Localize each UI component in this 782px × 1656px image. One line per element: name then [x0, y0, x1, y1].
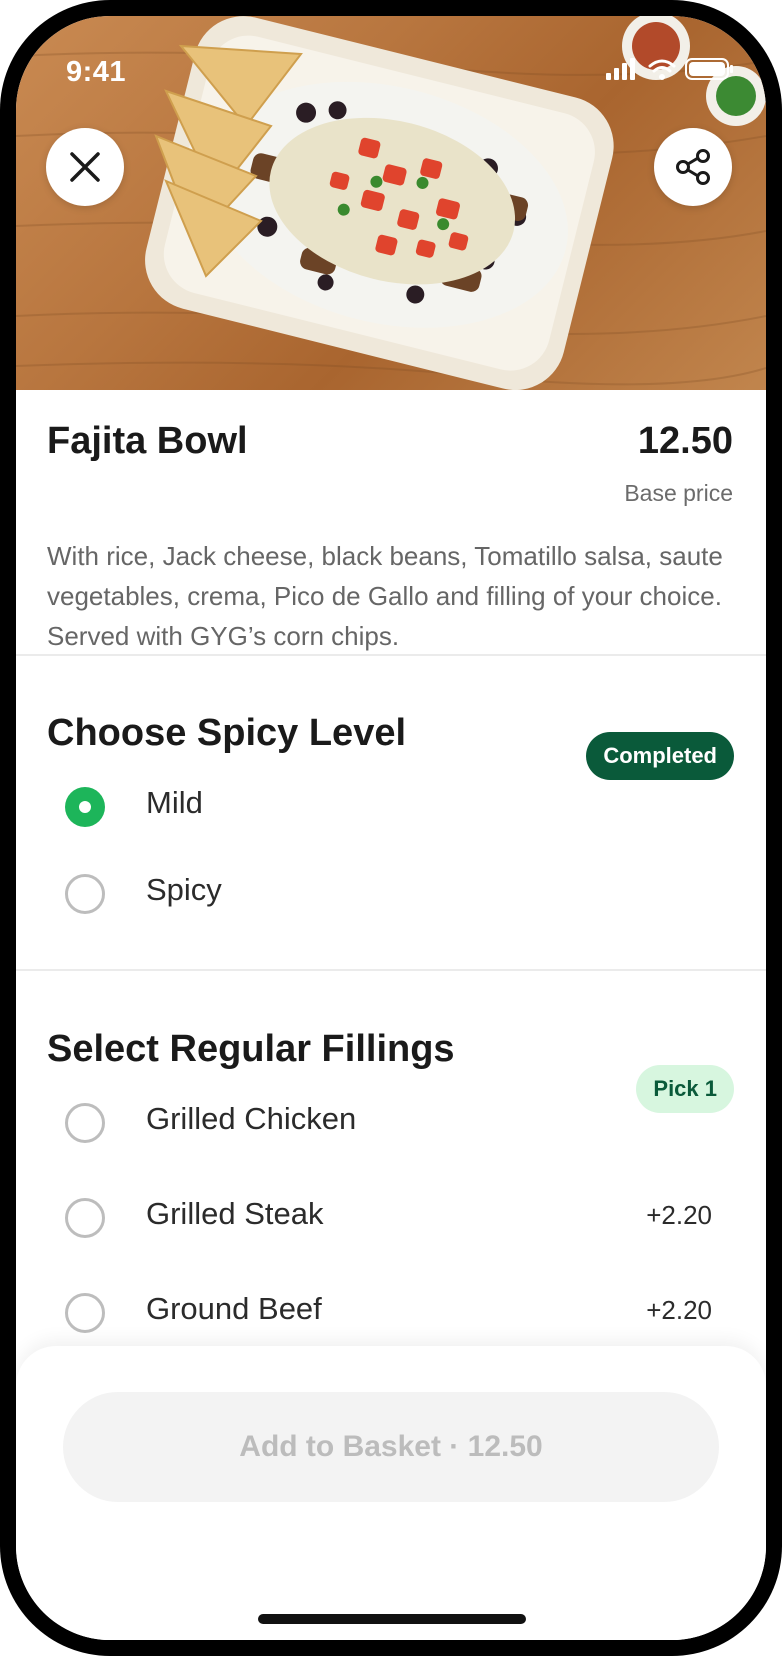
- radio-button[interactable]: [65, 1103, 105, 1143]
- spicy-section-title: Choose Spicy Level: [47, 712, 407, 754]
- product-description: With rice, Jack cheese, black beans, Tom…: [47, 541, 723, 651]
- option-mild[interactable]: Mild: [16, 767, 766, 847]
- option-label: Grilled Chicken: [146, 1101, 357, 1136]
- divider: [16, 969, 766, 971]
- option-price: +2.20: [646, 1295, 712, 1325]
- option-label: Spicy: [146, 872, 222, 907]
- share-icon: [676, 149, 710, 185]
- option-grilled-steak[interactable]: Grilled Steak +2.20: [16, 1178, 766, 1258]
- status-icons: [606, 56, 736, 87]
- product-title: Fajita Bowl: [47, 420, 248, 462]
- share-button[interactable]: [654, 128, 732, 206]
- bottom-action-bar: Add to Basket · 12.50: [16, 1346, 766, 1640]
- close-icon: [70, 152, 100, 182]
- option-label: Grilled Steak: [146, 1196, 324, 1231]
- option-price: +2.20: [646, 1200, 712, 1230]
- option-ground-beef[interactable]: Ground Beef +2.20: [16, 1273, 766, 1353]
- phone-frame: 9:41 Fajita Bowl 12.50 Base price With r…: [0, 0, 782, 1656]
- radio-button[interactable]: [65, 1198, 105, 1238]
- option-spicy[interactable]: Spicy: [16, 854, 766, 934]
- radio-button-checked[interactable]: [65, 787, 105, 827]
- cellular-signal-icon: [606, 58, 635, 80]
- add-to-basket-button[interactable]: Add to Basket · 12.50: [63, 1392, 719, 1502]
- screen: 9:41 Fajita Bowl 12.50 Base price With r…: [16, 16, 766, 1640]
- option-grilled-chicken[interactable]: Grilled Chicken: [16, 1083, 766, 1163]
- battery-icon: [685, 58, 733, 80]
- product-price: 12.50: [637, 420, 733, 462]
- divider: [16, 654, 766, 656]
- base-price-label: Base price: [624, 480, 733, 506]
- radio-button[interactable]: [65, 874, 105, 914]
- radio-button[interactable]: [65, 1293, 105, 1333]
- option-label: Mild: [146, 785, 203, 820]
- fillings-section-title: Select Regular Fillings: [47, 1028, 455, 1070]
- status-time: 9:41: [66, 56, 127, 88]
- status-bar: 9:41: [16, 16, 766, 100]
- option-label: Ground Beef: [146, 1291, 322, 1326]
- close-button[interactable]: [46, 128, 124, 206]
- wifi-icon: [648, 59, 676, 73]
- home-indicator: [258, 1614, 526, 1624]
